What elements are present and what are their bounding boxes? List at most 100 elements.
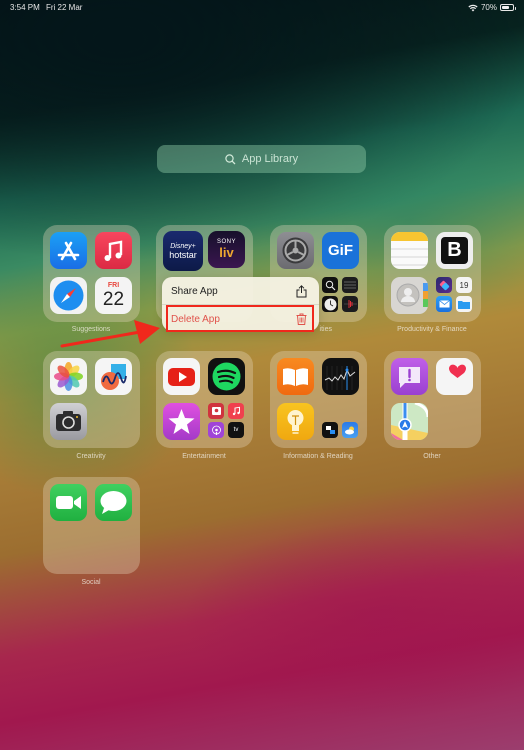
photos-flower-glyph [54,362,83,391]
camera-glyph [56,411,81,431]
settings-icon[interactable] [277,232,314,269]
music-note-glyph [104,240,123,261]
ruler-glyph [344,281,356,289]
clock-icon[interactable] [322,296,338,312]
freeform-icon[interactable] [95,358,132,395]
folder-productivity[interactable]: B 19 [384,225,481,322]
calendar-mini-date: 19 [459,280,469,290]
gif-keyboard-icon[interactable]: GiF [322,232,359,269]
status-indicators: 70% [468,3,516,12]
bold-b-app-icon[interactable]: B [436,232,473,269]
youtube-icon[interactable] [163,358,200,395]
hotstar-name: hotstar [169,249,197,260]
app-library-search[interactable]: App Library [157,145,366,173]
books-icon[interactable] [277,358,314,395]
voice-memos-icon[interactable] [342,296,358,312]
magnifier-glyph [325,280,335,290]
files-icon[interactable] [456,296,472,312]
feedback-icon[interactable] [391,358,428,395]
status-time: 3:54 PM [10,3,40,12]
calendar-icon[interactable]: FRI 22 [95,277,132,314]
notes-header [391,232,428,241]
camera-icon[interactable] [50,403,87,440]
podcast-glyph [211,425,221,435]
mail-icon[interactable] [436,296,452,312]
safari-icon[interactable] [50,277,87,314]
maps-icon[interactable] [391,403,428,440]
battery-icon [500,4,516,11]
apple-tv-icon[interactable]: tv [228,422,244,438]
folder-entertainment[interactable]: tv [156,351,253,448]
translate-glyph [325,426,335,434]
itunes-store-icon[interactable] [163,403,200,440]
freeform-glyph [101,364,127,390]
notes-lines [391,248,428,266]
star-glyph [168,409,195,434]
share-icon [296,285,307,298]
cloud-sun-glyph [345,426,354,434]
health-icon[interactable] [436,358,473,395]
folder-label-productivity: Productivity & Finance [397,326,467,333]
lightbulb-glyph [287,410,304,434]
annotation-highlight-box [166,305,314,332]
folder-other[interactable] [384,351,481,448]
wifi-icon [468,4,478,11]
weather-icon[interactable] [342,422,358,438]
gif-label: GiF [328,242,353,259]
share-app-menu-item[interactable]: Share App [162,279,319,305]
translate-icon[interactable] [322,422,338,438]
person-glyph [396,283,428,307]
tips-icon[interactable] [277,403,314,440]
gear-glyph [282,237,309,264]
folder-creativity[interactable] [43,351,140,448]
music-mini-icon[interactable] [228,403,244,419]
folder-label-other: Other [423,453,441,460]
calendar-mini-icon[interactable]: 19 [456,277,472,293]
stocks-chart-glyph [324,366,356,390]
envelope-glyph [438,300,450,308]
photo-booth-icon[interactable] [208,403,224,419]
battery-percent: 70% [480,3,497,12]
measure-icon[interactable] [342,277,358,293]
folder-suggestions[interactable]: FRI 22 [43,225,140,322]
search-icon [225,153,236,164]
liv-brand: liv [219,245,234,260]
hotstar-brand: Disney+ [170,242,196,250]
speech-bubble-glyph [100,491,127,514]
sonyliv-icon[interactable]: SONY liv [208,231,245,268]
status-bar: 3:54 PM Fri 22 Mar 70% [0,0,524,16]
photos-icon[interactable] [50,358,87,395]
music-note-glyph [232,406,240,416]
facetime-icon[interactable] [50,484,87,521]
apple-tv-label: tv [233,427,239,433]
app-store-icon[interactable] [50,232,87,269]
battery-fill [502,6,509,9]
compass-glyph [53,280,84,311]
bold-b-label: B [441,237,468,264]
stocks-icon[interactable] [322,358,359,395]
share-app-label: Share App [171,286,218,297]
annotation-arrow [60,320,160,348]
folder-label-social: Social [81,579,101,586]
status-date: Fri 22 Mar [46,3,83,12]
folder-information-reading[interactable] [270,351,367,448]
notes-icon[interactable] [391,232,428,269]
podcasts-icon[interactable] [208,422,224,438]
video-camera-glyph [56,496,81,509]
calendar-date: 22 [102,288,125,310]
exclamation-bubble-glyph [399,367,420,388]
wallpaper-wash [180,520,524,720]
spotify-icon[interactable] [208,358,245,395]
shortcuts-icon[interactable] [436,277,452,293]
music-icon[interactable] [95,232,132,269]
folder-social[interactable] [43,477,140,574]
hotstar-icon[interactable]: Disney+ hotstar [163,231,203,271]
youtube-play-glyph [168,368,195,386]
photo-booth-glyph [211,407,221,415]
contacts-icon[interactable] [391,277,428,314]
clock-glyph [324,298,336,310]
magnifier-icon[interactable] [322,277,338,293]
folder-glyph [458,300,470,309]
search-placeholder: App Library [241,153,299,165]
messages-icon[interactable] [95,484,132,521]
